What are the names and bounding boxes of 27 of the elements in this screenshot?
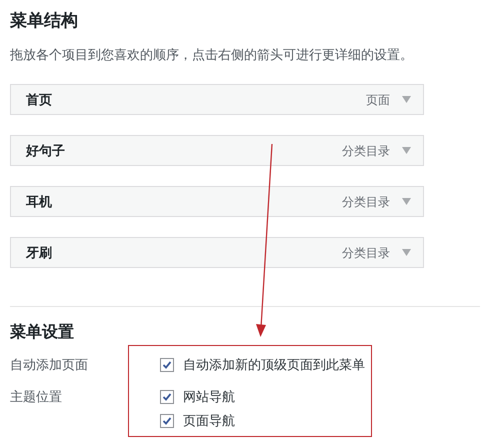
dropdown-arrow-icon[interactable] (402, 198, 411, 205)
menu-item-type: 分类目录 (342, 194, 390, 210)
menu-item[interactable]: 耳机 分类目录 (10, 186, 424, 217)
menu-item-type: 分类目录 (342, 142, 390, 160)
menu-item-type: 分类目录 (342, 244, 390, 262)
checkbox-label: 自动添加新的顶级页面到此菜单 (183, 356, 365, 374)
setting-label: 自动添加页面 (10, 356, 89, 374)
menu-item-title: 耳机 (26, 192, 52, 211)
description: 拖放各个项目到您喜欢的顺序，点击右侧的箭头可进行更详细的设置。 (10, 46, 413, 64)
section-heading: 菜单结构 (10, 10, 78, 32)
section-heading: 菜单设置 (10, 322, 74, 343)
checkbox[interactable] (160, 358, 174, 372)
menu-item-type: 页面 (366, 92, 390, 108)
menu-item[interactable]: 好句子 分类目录 (10, 135, 424, 166)
checkbox[interactable] (160, 390, 174, 404)
checkbox-label: 网站导航 (183, 388, 235, 406)
menu-item-title: 首页 (26, 90, 52, 109)
setting-label: 主题位置 (10, 388, 63, 406)
checkbox-label: 页面导航 (183, 412, 235, 430)
checkbox[interactable] (160, 414, 174, 428)
menu-item-title: 牙刷 (26, 244, 52, 262)
dropdown-arrow-icon[interactable] (402, 96, 411, 103)
menu-item[interactable]: 首页 页面 (10, 84, 424, 115)
menu-item[interactable]: 牙刷 分类目录 (10, 237, 424, 268)
dropdown-arrow-icon[interactable] (402, 249, 411, 256)
menu-item-title: 好句子 (26, 142, 65, 160)
dropdown-arrow-icon[interactable] (402, 147, 411, 154)
